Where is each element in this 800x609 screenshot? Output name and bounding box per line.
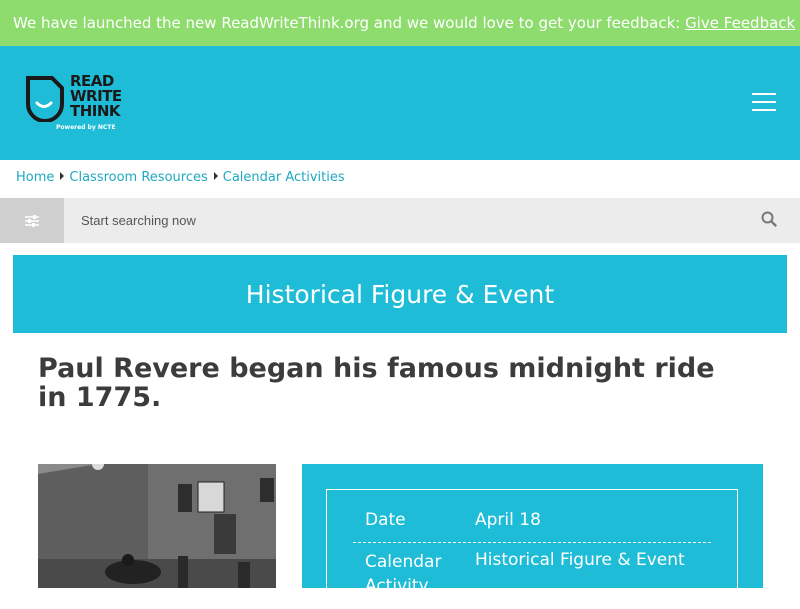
logo-tagline: Powered by NCTE — [56, 124, 116, 131]
logo-line-think: THINK — [70, 102, 121, 120]
breadcrumb-caret-icon — [213, 172, 218, 180]
category-label: Historical Figure & Event — [245, 279, 555, 309]
feedback-banner: We have launched the new ReadWriteThink.… — [0, 0, 800, 46]
info-divider — [353, 542, 711, 543]
logo-wordmark: READ WRITE THINK — [70, 74, 122, 119]
search-bar — [0, 198, 800, 243]
activity-info-panel: Date April 18 Calendar Activity Historica… — [302, 464, 763, 609]
hamburger-menu-icon[interactable] — [752, 93, 778, 113]
info-label-calendar-activity: Calendar Activity — [365, 552, 442, 596]
info-value-calendar-activity: Historical Figure & Event — [475, 550, 685, 570]
breadcrumb-home[interactable]: Home — [16, 170, 54, 185]
engraving-illustration — [38, 464, 276, 588]
breadcrumb: Home Classroom Resources Calendar Activiti… — [16, 170, 345, 185]
info-label-date: Date — [365, 510, 406, 530]
breadcrumb-calendar-activities[interactable]: Calendar Activities — [223, 170, 345, 185]
filter-button[interactable] — [0, 198, 64, 243]
banner-message: We have launched the new ReadWriteThink.… — [13, 14, 686, 32]
readwritethink-logo[interactable]: READ WRITE THINK Powered by NCTE — [24, 74, 134, 136]
logo-mark-icon — [26, 76, 64, 122]
info-value-date: April 18 — [475, 510, 541, 530]
historical-engraving-image — [38, 464, 276, 588]
site-header: READ WRITE THINK Powered by NCTE — [0, 46, 800, 160]
give-feedback-link[interactable]: Give Feedback — [685, 14, 795, 32]
activity-info-box: Date April 18 Calendar Activity Historica… — [326, 489, 738, 609]
page-title: Paul Revere began his famous midnight ri… — [38, 353, 715, 413]
category-banner: Historical Figure & Event — [13, 255, 787, 333]
sliders-icon — [25, 214, 39, 227]
breadcrumb-classroom-resources[interactable]: Classroom Resources — [69, 170, 207, 185]
magnifier-icon[interactable] — [760, 210, 778, 228]
breadcrumb-caret-icon — [60, 172, 65, 180]
search-input[interactable] — [64, 198, 754, 243]
